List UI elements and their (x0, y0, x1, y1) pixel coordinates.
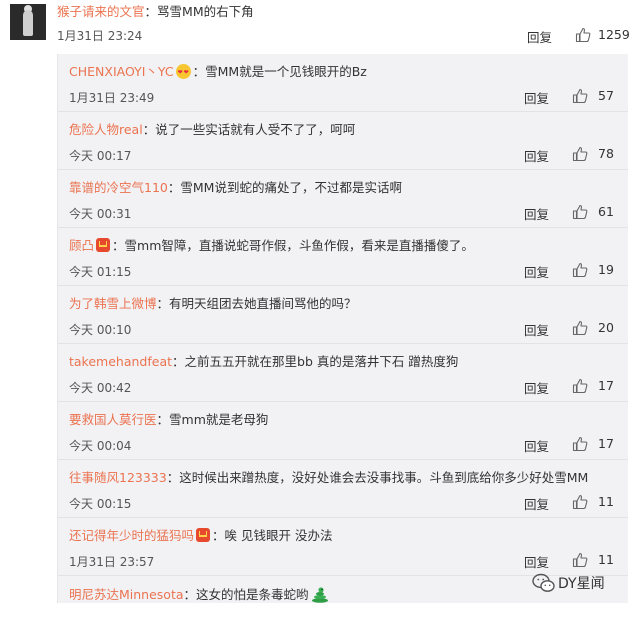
reply-button[interactable]: 回复 (524, 494, 549, 513)
username-link[interactable]: 还记得年少时的猛犸吗 (69, 528, 194, 543)
reply-item: CHENXIAOYI丶YC ：雪MM就是一个见钱眼开的Bz 1月31日 23:49… (58, 54, 628, 112)
username-link[interactable]: 顾凸 (69, 238, 94, 253)
username-link[interactable]: CHENXIAOYI丶YC (69, 64, 174, 79)
reply-item: 顾凸 ：雪mm智障，直播说蛇哥作假，斗鱼作假，看来是直播播傻了。 今天 01:15… (58, 228, 628, 286)
like-count: 61 (598, 204, 614, 219)
timestamp: 1月31日 23:57 (69, 555, 155, 569)
like-icon[interactable] (572, 320, 588, 336)
timestamp: 今天 00:10 (69, 323, 132, 337)
red-envelope-icon (96, 238, 111, 252)
reply-button[interactable]: 回复 (524, 436, 549, 455)
separator: ： (166, 470, 180, 485)
username-link[interactable]: 要救国人莫行医 (69, 412, 157, 427)
reply-item: 还记得年少时的猛犸吗 ：唉 见钱眼开 没办法 1月31日 23:57 回复 11 (58, 518, 628, 576)
separator: ： (183, 587, 197, 602)
reply-item: 往事随风123333：这时候出来蹭热度，没好处谁会去没事找事。斗鱼到底给你多少好… (58, 460, 628, 518)
reply-button[interactable]: 回复 (524, 204, 549, 223)
top-comment: 猴子请来的文官：骂雪MM的右下角 1月31日 23:24 回复 1259 (0, 0, 635, 50)
reply-text: 这时候出来蹭热度，没好处谁会去没事找事。斗鱼到底给你多少好处雪MM (179, 470, 589, 485)
separator: ： (156, 412, 170, 427)
reply-button[interactable]: 回复 (524, 88, 549, 107)
like-icon[interactable] (575, 27, 591, 43)
timestamp: 今天 01:15 (69, 265, 132, 279)
username-link[interactable]: 猴子请来的文官 (57, 4, 145, 19)
like-count: 11 (598, 552, 614, 567)
username-link[interactable]: takemehandfeat (69, 354, 172, 369)
reply-item: 要救国人莫行医：雪mm就是老母狗 今天 00:04 回复 17 (58, 402, 628, 460)
reply-button[interactable]: 回复 (527, 27, 552, 46)
reply-text: 之前五五开就在那里bb 真的是落井下石 蹭热度狗 (184, 354, 459, 369)
like-count: 57 (598, 88, 614, 103)
reply-button[interactable]: 回复 (524, 320, 549, 339)
reply-text: 雪MM说到蛇的痛处了，不过都是实话啊 (180, 180, 402, 195)
like-icon[interactable] (572, 88, 588, 104)
like-icon[interactable] (572, 436, 588, 452)
reply-text: 说了一些实话就有人受不了了，呵呵 (155, 122, 356, 137)
reply-button[interactable]: 回复 (524, 146, 549, 165)
reply-text: 雪mm就是老母狗 (169, 412, 269, 427)
reply-text: 这女的怕是条毒蛇哟 (196, 587, 309, 602)
separator: ： (212, 528, 225, 543)
separator: ： (144, 4, 158, 19)
username-link[interactable]: 往事随风123333 (69, 470, 167, 485)
separator: ： (172, 354, 185, 369)
like-count: 11 (598, 494, 614, 509)
avatar[interactable] (10, 4, 46, 40)
separator: ： (112, 238, 125, 253)
red-envelope-icon (196, 528, 211, 542)
timestamp: 今天 00:42 (69, 381, 132, 395)
separator: ： (192, 64, 206, 79)
like-icon[interactable] (572, 494, 588, 510)
reply-item: 靠谱的冷空气110：雪MM说到蛇的痛处了，不过都是实话啊 今天 00:31 回复… (58, 170, 628, 228)
username-link[interactable]: 危险人物real (69, 122, 143, 137)
timestamp: 今天 00:31 (69, 207, 132, 221)
like-count: 1259 (598, 27, 630, 42)
like-count: 20 (598, 320, 614, 335)
reply-text: 雪mm智障，直播说蛇哥作假，斗鱼作假，看来是直播播傻了。 (124, 238, 474, 253)
reply-text: 有明天组团去她直播间骂他的吗？ (169, 296, 357, 311)
watermark-text: DY星闻 (558, 576, 605, 592)
timestamp: 今天 00:15 (69, 497, 132, 511)
reply-text: 唉 见钱眼开 没办法 (224, 528, 333, 543)
like-icon[interactable] (572, 378, 588, 394)
like-icon[interactable] (572, 262, 588, 278)
like-count: 17 (598, 378, 614, 393)
like-count: 17 (598, 436, 614, 451)
timestamp: 1月31日 23:49 (69, 91, 155, 105)
reply-item: 危险人物real：说了一些实话就有人受不了了，呵呵 今天 00:17 回复 78 (58, 112, 628, 170)
reply-item: 为了韩雪上微博：有明天组团去她直播间骂他的吗？ 今天 00:10 回复 20 (58, 286, 628, 344)
wechat-icon (532, 573, 555, 592)
separator: ： (167, 180, 181, 195)
separator: ： (156, 296, 170, 311)
timestamp: 1月31日 23:24 (57, 29, 143, 43)
snake-emoji-icon (311, 587, 328, 603)
like-count: 19 (598, 262, 614, 277)
reply-item: takemehandfeat：之前五五开就在那里bb 真的是落井下石 蹭热度狗 … (58, 344, 628, 402)
reply-button[interactable]: 回复 (524, 552, 549, 571)
like-icon[interactable] (572, 204, 588, 220)
comment-text: 骂雪MM的右下角 (157, 4, 254, 19)
reply-list: CHENXIAOYI丶YC：雪MM就是一个见钱眼开的Bz 1月31日 23:49… (57, 54, 628, 603)
like-count: 78 (598, 146, 614, 161)
username-link[interactable]: 靠谱的冷空气110 (69, 180, 168, 195)
timestamp: 今天 00:04 (69, 439, 132, 453)
like-icon[interactable] (572, 146, 588, 162)
reply-text: 雪MM就是一个见钱眼开的Bz (205, 64, 367, 79)
watermark: DY星闻 (532, 570, 632, 598)
separator: ： (142, 122, 156, 137)
like-icon[interactable] (572, 552, 588, 568)
timestamp: 今天 00:17 (69, 149, 132, 163)
comment-line: 猴子请来的文官：骂雪MM的右下角 (57, 4, 254, 20)
reply-button[interactable]: 回复 (524, 378, 549, 397)
love-emoji-icon (175, 64, 191, 81)
reply-button[interactable]: 回复 (524, 262, 549, 281)
username-link[interactable]: 明尼苏达Minnesota (69, 587, 184, 602)
username-link[interactable]: 为了韩雪上微博 (69, 296, 157, 311)
